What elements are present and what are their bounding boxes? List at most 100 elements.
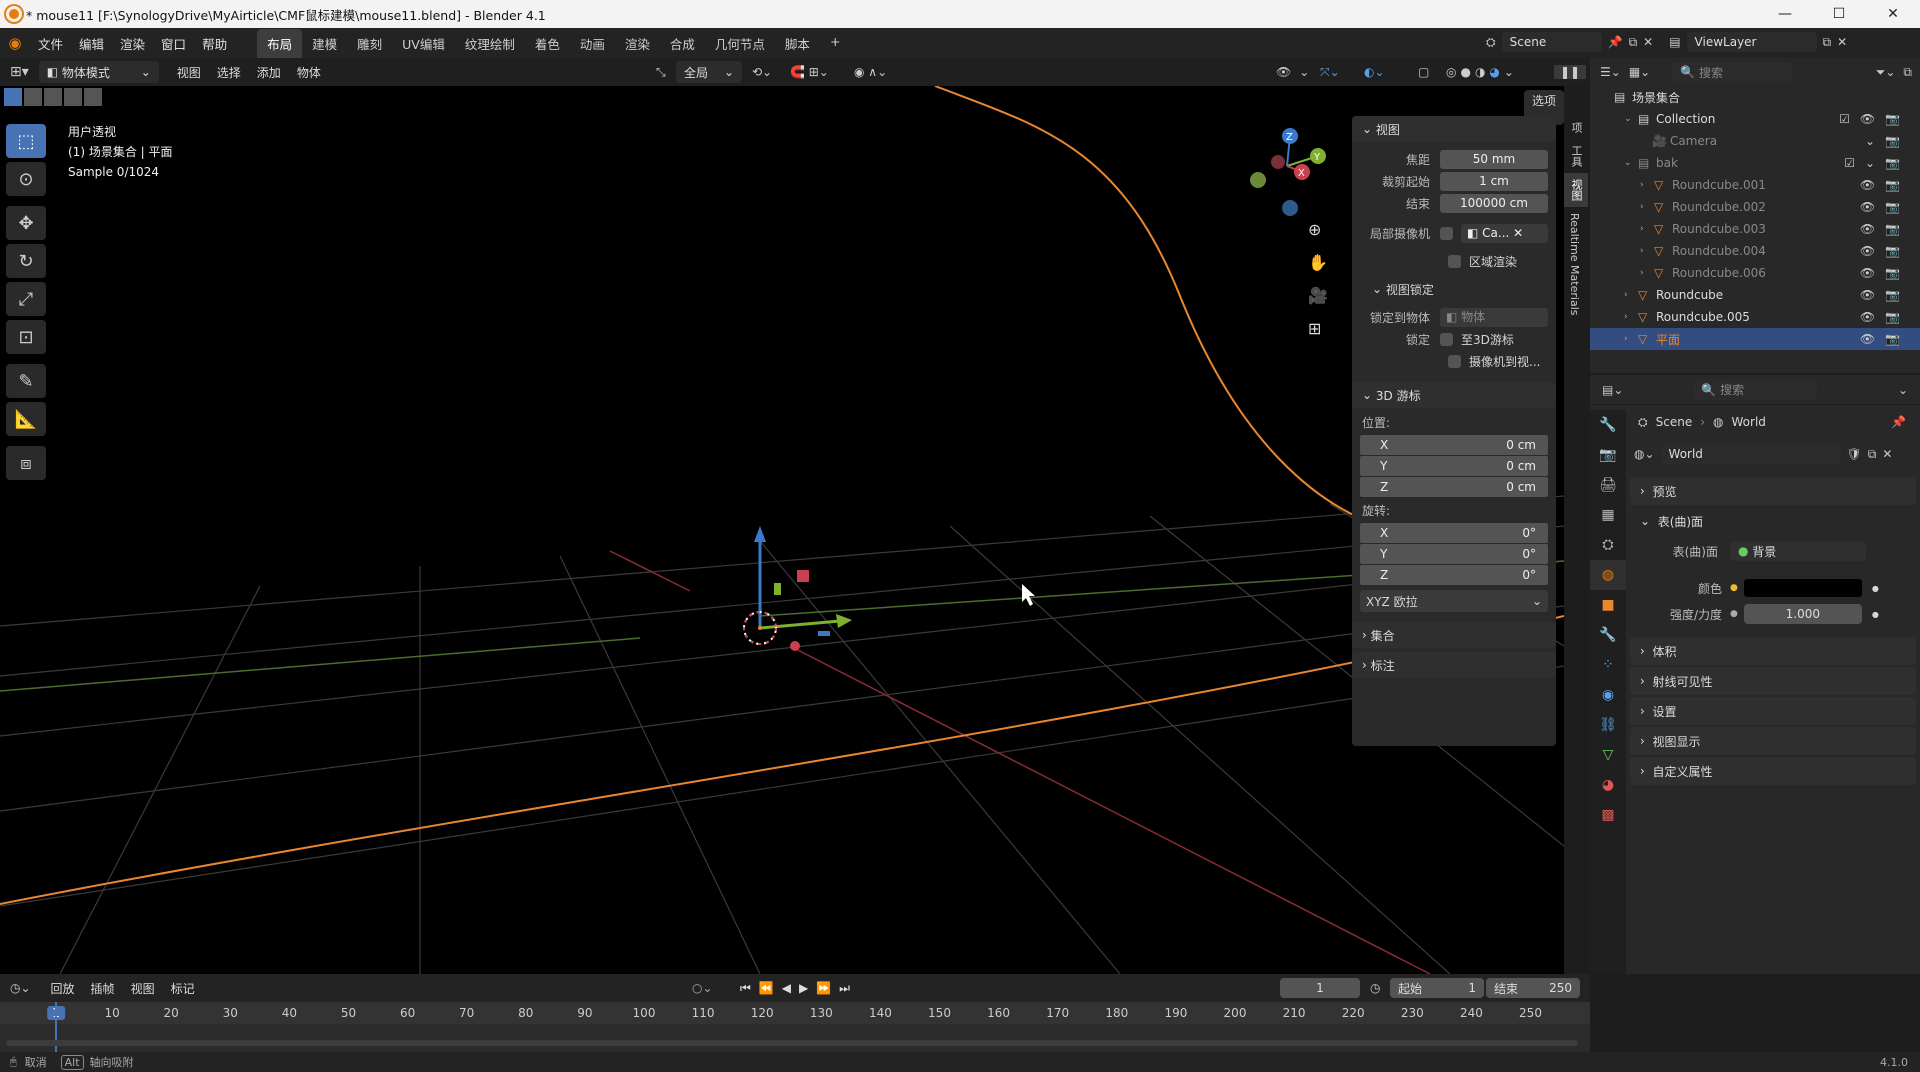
end-frame-field[interactable]: 结束 250 [1486, 978, 1580, 998]
local-camera-field[interactable]: ◧ Ca... ✕ [1461, 223, 1548, 243]
outliner-row-collection[interactable]: ⌄ ▤ Collection ☑👁📷 [1590, 108, 1920, 130]
mode-dropdown[interactable]: ◧ 物体模式 ⌄ [38, 61, 159, 83]
filter-icon[interactable]: ⏷⌄ [1876, 65, 1896, 80]
outliner-row-bak[interactable]: ⌄ ▤ bak ☑⌄📷 [1590, 152, 1920, 174]
perspective-grid-icon[interactable]: ⊞ [1308, 319, 1328, 338]
tab-shading[interactable]: 着色 [525, 29, 570, 58]
pause-render-icon[interactable]: ❚❚ [1554, 65, 1587, 79]
menu-select[interactable]: 选择 [209, 64, 249, 81]
menu-keying[interactable]: 插帧 [83, 980, 123, 997]
cursor-loc-x[interactable]: X 0 cm [1360, 435, 1548, 455]
breadcrumb-scene[interactable]: Scene [1656, 415, 1693, 429]
close-button[interactable]: ✕ [1866, 0, 1920, 28]
tab-rendering[interactable]: 渲染 [615, 29, 660, 58]
gizmo-toggle-icon[interactable]: ⤧⌄ [1320, 65, 1340, 80]
row-toggles[interactable]: 👁📷 [1860, 310, 1910, 324]
row-toggles[interactable]: 👁📷 [1860, 178, 1910, 192]
tool-tab-icon[interactable]: 🔧 [1590, 410, 1626, 440]
row-toggles[interactable]: ☑👁📷 [1839, 112, 1910, 126]
new-collection-icon[interactable]: ⧉ [1903, 65, 1912, 80]
region-render-checkbox[interactable] [1448, 254, 1461, 268]
maximize-button[interactable]: ☐ [1812, 0, 1866, 28]
cursor-rot-z[interactable]: Z 0° [1360, 565, 1548, 585]
annotation-section-header[interactable]: › 标注 [1352, 652, 1556, 678]
menu-help[interactable]: 帮助 [194, 34, 235, 53]
navigation-gizmo[interactable]: Z X Y [1242, 126, 1332, 226]
tab-geometry-nodes[interactable]: 几何节点 [705, 29, 775, 58]
menu-playback[interactable]: 回放 [43, 980, 83, 997]
proportional-edit-icon[interactable]: ◉ ∧⌄ [854, 65, 887, 79]
constraints-tab-icon[interactable]: ⛓ [1590, 710, 1626, 740]
pan-hand-icon[interactable]: ✋ [1308, 253, 1328, 272]
outliner-row-roundcube-005[interactable]: › ▽ Roundcube.005 👁📷 [1590, 306, 1920, 328]
object-tab-icon[interactable]: ■ [1590, 590, 1626, 620]
unlink-icon[interactable]: ✕ [1882, 447, 1892, 461]
breadcrumb-world[interactable]: World [1732, 415, 1766, 429]
clip-start-field[interactable]: 1 cm [1440, 171, 1548, 191]
tab-texture-paint[interactable]: 纹理绘制 [455, 29, 525, 58]
timeline-scrollbar[interactable] [6, 1040, 1578, 1046]
tab-item[interactable]: 项 [1564, 116, 1588, 139]
data-tab-icon[interactable]: ▽ [1590, 740, 1626, 770]
section-volume[interactable]: › 体积 [1630, 637, 1916, 665]
scene-icon[interactable]: ⛭ [1486, 35, 1496, 50]
row-toggles[interactable]: ⌄📷 [1865, 134, 1910, 148]
modifier-tab-icon[interactable]: 🔧 [1590, 620, 1626, 650]
tab-animation[interactable]: 动画 [570, 29, 615, 58]
editor-type-icon[interactable]: ⊞▾ [10, 64, 29, 80]
color-swatch[interactable] [1743, 579, 1862, 597]
clip-end-field[interactable]: 100000 cm [1440, 193, 1548, 213]
snap-icon[interactable]: 🧲 ⊞⌄ [790, 65, 829, 79]
view-layer-icon[interactable]: ▤ [1669, 35, 1680, 49]
menu-file[interactable]: 文件 [30, 34, 71, 53]
display-mode-icon[interactable]: ▦⌄ [1629, 65, 1650, 79]
lock-camera-checkbox[interactable] [1448, 354, 1461, 368]
menu-add[interactable]: 添加 [249, 64, 289, 81]
outliner-search-input[interactable]: 🔍 搜索 [1672, 62, 1793, 82]
menu-edit[interactable]: 编辑 [71, 34, 112, 53]
cursor-loc-y[interactable]: Y 0 cm [1360, 456, 1548, 476]
lock-to-object-field[interactable]: ◧ 物体 [1440, 307, 1548, 327]
outliner-row-roundcube-003[interactable]: › ▽ Roundcube.003 👁📷 [1590, 218, 1920, 240]
playback-controls[interactable]: ⏮⏪◀▶⏩⏭ [740, 981, 858, 996]
physics-tab-icon[interactable]: ◉ [1590, 680, 1626, 710]
view-lock-header[interactable]: ⌄ 视图锁定 [1352, 278, 1556, 300]
pin-icon[interactable]: 📌 [1891, 415, 1906, 429]
shading-modes-icon[interactable]: ◎●◑◕⌄ [1446, 65, 1518, 79]
outliner-editor-icon[interactable]: ☰⌄ [1600, 65, 1621, 79]
section-settings[interactable]: › 设置 [1630, 697, 1916, 725]
select-new-icon[interactable] [4, 88, 22, 106]
zoom-icon[interactable]: ⊕ [1308, 220, 1328, 239]
tab-uv-editing[interactable]: UV编辑 [392, 29, 455, 58]
menu-render[interactable]: 渲染 [112, 34, 153, 53]
camera-view-icon[interactable]: 🎥 [1308, 286, 1328, 305]
new-view-layer-icon[interactable]: ⧉ [1823, 35, 1832, 50]
move-tool[interactable]: ✥ [6, 206, 46, 240]
minimize-button[interactable]: — [1758, 0, 1812, 28]
transform-tool[interactable]: ⊡ [6, 320, 46, 354]
keyframe-dot-icon[interactable]: ● [1872, 584, 1879, 593]
rotate-tool[interactable]: ↻ [6, 244, 46, 278]
frame-ruler[interactable]: 1102030405060708090100110120130140150160… [0, 1002, 1590, 1024]
view-layer-field[interactable]: ViewLayer [1686, 32, 1817, 52]
tab-view[interactable]: 视图 [1564, 173, 1588, 207]
row-toggles[interactable]: 👁📷 [1860, 266, 1910, 280]
row-toggles[interactable]: ☑⌄📷 [1844, 156, 1910, 170]
annotate-tool[interactable]: ✎ [6, 364, 46, 398]
scene-collection-row[interactable]: ▤ 场景集合 [1590, 86, 1920, 108]
cursor-loc-z[interactable]: Z 0 cm [1360, 477, 1548, 497]
tab-modeling[interactable]: 建模 [302, 29, 347, 58]
menu-window[interactable]: 窗口 [153, 34, 194, 53]
visibility-icon[interactable]: 👁⌄ [1276, 65, 1317, 79]
pivot-icon[interactable]: ⟲⌄ [752, 65, 772, 79]
select-intersect-icon[interactable] [84, 88, 102, 106]
rotation-mode-dropdown[interactable]: XYZ 欧拉 ⌄ [1360, 590, 1548, 612]
pin-icon[interactable]: 📌 [1608, 35, 1623, 49]
fake-user-icon[interactable]: 🛡 [1847, 447, 1862, 461]
outliner-row-roundcube-004[interactable]: › ▽ Roundcube.004 👁📷 [1590, 240, 1920, 262]
outliner-row-roundcube-006[interactable]: › ▽ Roundcube.006 👁📷 [1590, 262, 1920, 284]
select-invert-icon[interactable] [64, 88, 82, 106]
row-toggles[interactable]: 👁📷 [1860, 288, 1910, 302]
row-toggles[interactable]: 👁📷 [1860, 222, 1910, 236]
start-frame-field[interactable]: 起始 1 [1390, 978, 1484, 998]
